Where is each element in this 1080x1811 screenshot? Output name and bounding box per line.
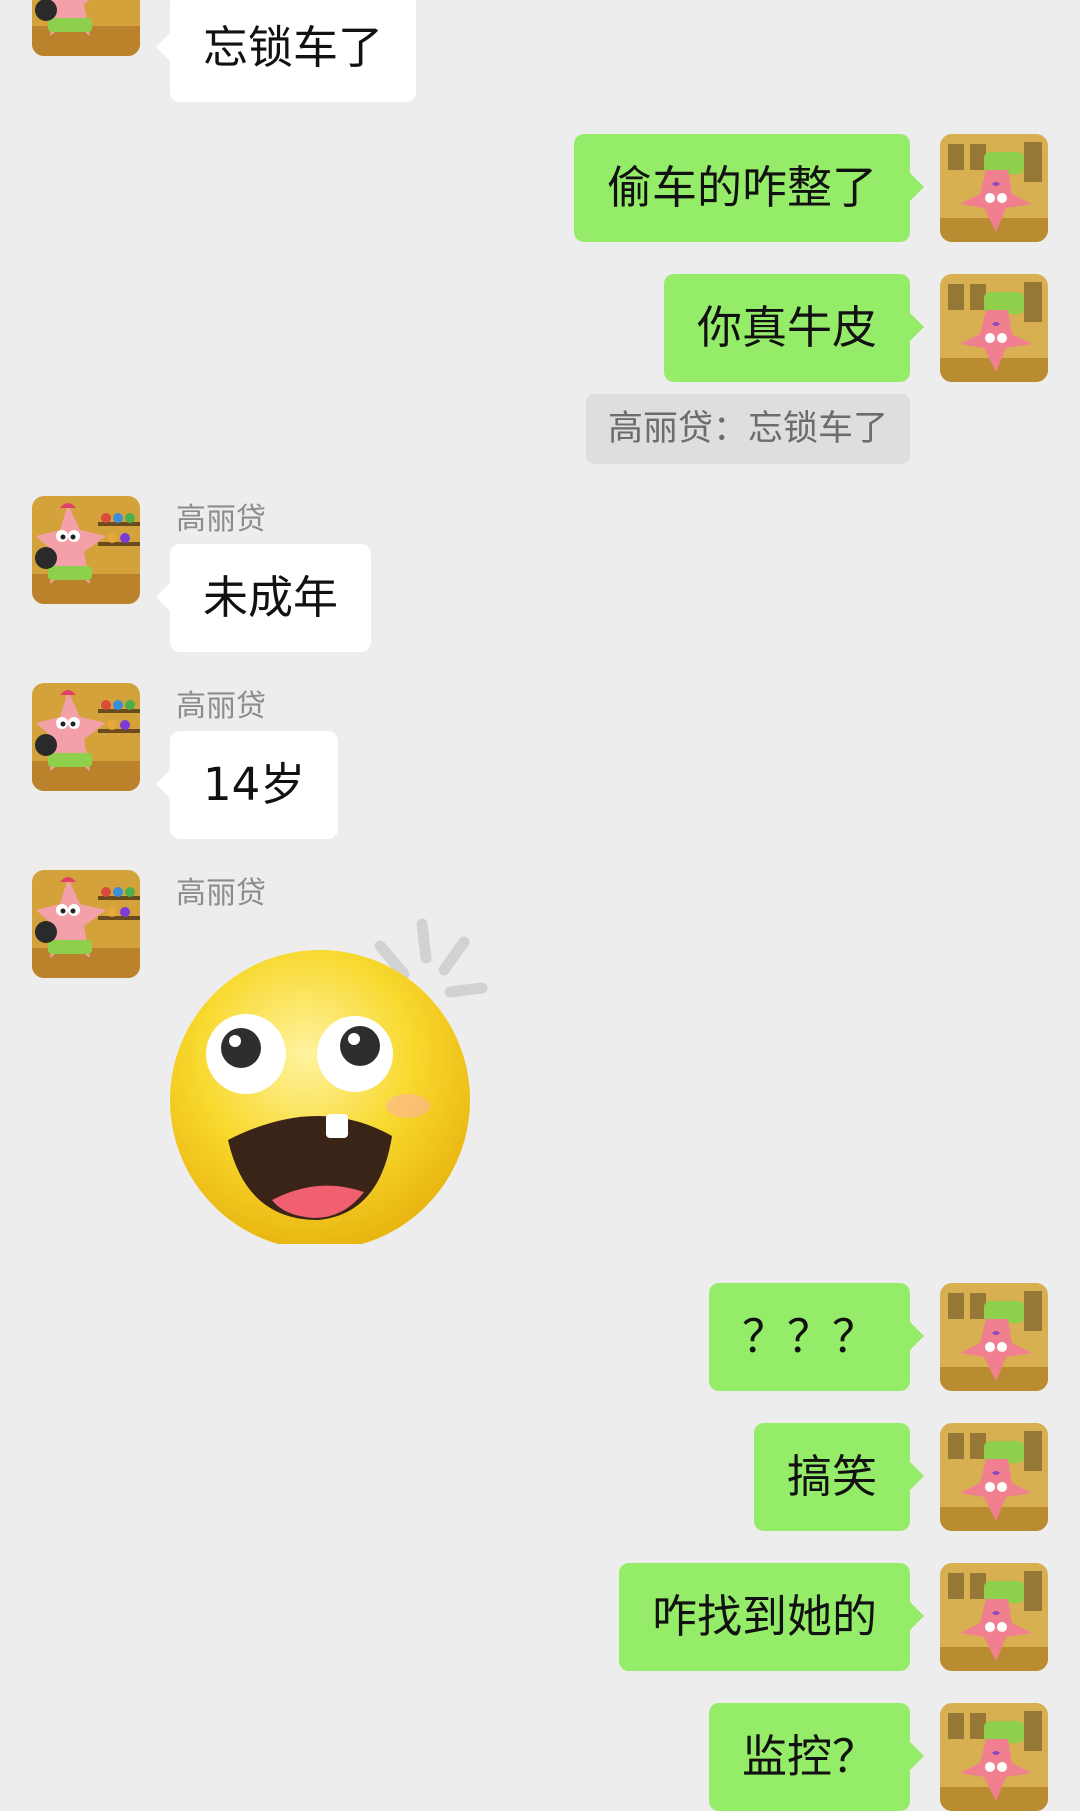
outgoing-message[interactable]: 咋找到她的 bbox=[618, 1563, 925, 1671]
contact-avatar[interactable] bbox=[32, 870, 140, 978]
contact-avatar[interactable] bbox=[32, 0, 140, 56]
outgoing-message[interactable]: 偷车的咋整了 bbox=[573, 134, 925, 242]
own-avatar[interactable] bbox=[940, 1283, 1048, 1391]
incoming-message[interactable]: 未成年 bbox=[155, 544, 372, 652]
contact-avatar[interactable] bbox=[32, 683, 140, 791]
quoted-message[interactable]: 高丽贷：忘锁车了 bbox=[585, 394, 910, 464]
outgoing-message[interactable]: 你真牛皮 bbox=[663, 274, 925, 382]
chat-message-list[interactable]: 忘锁车了 偷车的咋整了 你真牛皮 高丽贷：忘锁车了 高丽贷 未成年 高丽贷 14… bbox=[0, 0, 1080, 1811]
sender-name: 高丽贷 bbox=[176, 502, 266, 537]
incoming-message[interactable]: 忘锁车了 bbox=[155, 0, 417, 102]
contact-avatar[interactable] bbox=[32, 496, 140, 604]
own-avatar[interactable] bbox=[940, 134, 1048, 242]
outgoing-message[interactable]: 搞笑 bbox=[753, 1423, 925, 1531]
outgoing-message[interactable]: ？？？ bbox=[708, 1283, 925, 1391]
sender-name: 高丽贷 bbox=[176, 689, 266, 724]
own-avatar[interactable] bbox=[940, 1423, 1048, 1531]
own-avatar[interactable] bbox=[940, 274, 1048, 382]
own-avatar[interactable] bbox=[940, 1703, 1048, 1811]
own-avatar[interactable] bbox=[940, 1563, 1048, 1671]
outgoing-message[interactable]: 监控？ bbox=[708, 1703, 925, 1811]
surprised-emoji-sticker[interactable] bbox=[168, 914, 498, 1244]
sender-name: 高丽贷 bbox=[176, 876, 266, 911]
incoming-message[interactable]: 14岁 bbox=[155, 731, 339, 839]
